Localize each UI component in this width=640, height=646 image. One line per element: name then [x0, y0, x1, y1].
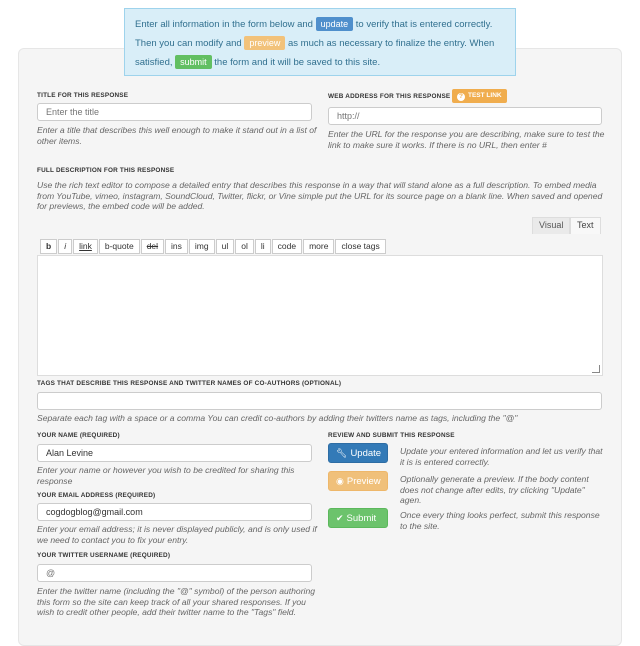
twitter-input[interactable]	[37, 564, 312, 582]
instructions-alert: Enter all information in the form below …	[124, 8, 516, 76]
notice-text-4: as much as necessary to finalize the ent…	[287, 38, 495, 49]
tags-input[interactable]	[37, 392, 602, 410]
submit-chip: submit	[175, 55, 212, 69]
notice-text-2: to verify that is entered correctly.	[355, 19, 493, 30]
ul-button[interactable]: ul	[215, 239, 235, 254]
del-button[interactable]: del	[140, 239, 165, 254]
preview-button[interactable]: ◉ Preview	[328, 471, 388, 491]
title-label: TITLE FOR THIS RESPONSE	[37, 92, 129, 99]
ol-button[interactable]: ol	[235, 239, 254, 254]
name-help: Enter your name or however you wish to b…	[37, 465, 295, 486]
review-label: REVIEW AND SUBMIT THIS RESPONSE	[328, 432, 455, 439]
italic-button[interactable]: i	[58, 239, 73, 254]
preview-help: Optionally generate a preview. If the bo…	[400, 474, 589, 505]
url-label: WEB ADDRESS FOR THIS RESPONSE	[328, 93, 451, 100]
close-tags-button[interactable]: close tags	[335, 239, 386, 254]
ins-button[interactable]: ins	[165, 239, 188, 254]
more-button[interactable]: more	[303, 239, 335, 254]
notice-text-3: Then you can modify and	[135, 38, 242, 49]
bold-button[interactable]: b	[40, 239, 58, 254]
code-button[interactable]: code	[271, 239, 303, 254]
test-link-label: TEST LINK	[468, 92, 502, 99]
li-button[interactable]: li	[254, 239, 271, 254]
title-input[interactable]	[37, 103, 312, 121]
update-button-label: Update	[350, 448, 382, 459]
description-label: FULL DESCRIPTION FOR THIS RESPONSE	[37, 167, 175, 174]
email-label: YOUR EMAIL ADDRESS (REQUIRED)	[37, 492, 156, 499]
test-link-button[interactable]: ? TEST LINK	[452, 89, 507, 103]
email-input[interactable]	[37, 503, 312, 521]
notice-text-5: satisfied,	[135, 57, 173, 68]
url-input[interactable]	[328, 107, 602, 125]
name-label: YOUR NAME (REQUIRED)	[37, 432, 120, 439]
resize-handle[interactable]	[592, 365, 600, 373]
notice-text-1: Enter all information in the form below …	[135, 19, 313, 30]
description-help: Use the rich text editor to compose a de…	[37, 180, 603, 211]
notice-text-6: the form and it will be saved to this si…	[214, 57, 381, 68]
check-icon: ✔	[336, 513, 344, 523]
update-help: Update your entered information and let …	[400, 446, 603, 467]
img-button[interactable]: img	[188, 239, 215, 254]
editor-toolbar: b i link b-quote del ins img ul ol li code more clos…	[40, 236, 387, 254]
preview-chip: preview	[244, 36, 286, 50]
name-input[interactable]	[37, 444, 312, 462]
twitter-help: Enter the twitter name (including the "@…	[37, 586, 316, 617]
update-chip: update	[315, 17, 354, 31]
wrench-icon: 🔧︎	[336, 448, 348, 458]
email-help: Enter your email address; it is never di…	[37, 524, 317, 545]
eye-icon: ◉	[336, 476, 344, 486]
link-button[interactable]: link	[73, 239, 98, 254]
tab-visual[interactable]: Visual	[532, 217, 571, 234]
preview-button-label: Preview	[346, 476, 381, 487]
tags-help: Separate each tag with a space or a comm…	[37, 413, 518, 423]
title-help: Enter a title that describes this well e…	[37, 125, 317, 146]
description-editor[interactable]	[37, 255, 603, 376]
blockquote-button[interactable]: b-quote	[98, 239, 140, 254]
submit-button[interactable]: ✔ Submit	[328, 508, 388, 528]
twitter-label: YOUR TWITTER USERNAME (REQUIRED)	[37, 552, 171, 559]
url-help: Enter the URL for the response you are d…	[328, 129, 605, 150]
submit-button-label: Submit	[346, 513, 377, 524]
submit-help: Once every thing looks perfect, submit t…	[400, 510, 600, 531]
tags-label: TAGS THAT DESCRIBE THIS RESPONSE AND TWI…	[37, 380, 342, 387]
tab-text[interactable]: Text	[570, 217, 601, 234]
question-icon: ?	[457, 93, 465, 101]
update-button[interactable]: 🔧︎ Update	[328, 443, 388, 463]
